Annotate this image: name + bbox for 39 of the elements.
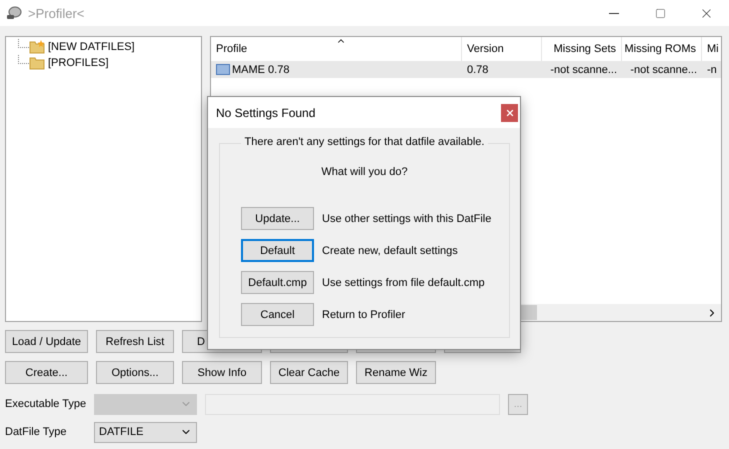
option-button[interactable]: Cancel [241, 303, 314, 326]
table-cell-text: -not scanne... [629, 64, 698, 76]
maximize-icon [654, 8, 666, 18]
option-button[interactable]: Default.cmp [241, 271, 314, 294]
field-label: DatFile Type [5, 426, 68, 438]
window-title: >Profiler< [28, 6, 86, 20]
table-cell-text: -n [706, 64, 718, 76]
option-button[interactable]: Update... [241, 207, 314, 230]
close-button[interactable] [501, 104, 518, 122]
toolbar-button[interactable]: Create... [5, 361, 88, 384]
option-description: Create new, default settings [322, 244, 458, 256]
datfile-type-dropdown[interactable]: DATFILE [94, 422, 197, 442]
toolbar-button[interactable]: Show Info [182, 361, 262, 384]
message-text: There aren't any settings for that datfile available. [240, 136, 488, 148]
question-text: What will you do? [321, 166, 408, 178]
folder-star-icon [29, 39, 45, 55]
toolbar-button[interactable]: Load / Update [5, 330, 88, 353]
grid-icon [216, 64, 230, 75]
table-cell: MAME 0.78 [211, 64, 462, 76]
option-description: Use settings from file default.cmp [322, 276, 485, 288]
toolbar-button[interactable]: Refresh List [96, 330, 174, 353]
toolbar-button[interactable]: Options... [96, 361, 174, 384]
option-description: Return to Profiler [322, 308, 406, 320]
dialog-title: No Settings Found [216, 106, 316, 120]
table-cell-text: -not scanne... [549, 64, 618, 76]
toolbar-button[interactable]: Rename Wiz [356, 361, 436, 384]
minimize-icon [609, 12, 619, 14]
option-button[interactable]: Default [241, 239, 314, 262]
tree-item[interactable]: [PROFILES] [48, 57, 109, 69]
folder-icon [29, 55, 45, 71]
app-icon [6, 6, 22, 20]
list-row[interactable]: MAME 0.78 0.78 -not scanne... -not scanne... -n [211, 61, 721, 78]
dropdown-value: DATFILE [99, 426, 144, 438]
table-cell-text: 0.78 [466, 64, 490, 76]
tree-item[interactable]: [NEW DATFILES] [48, 41, 135, 53]
toolbar-button[interactable]: Clear Cache [270, 361, 348, 384]
field-label: Executable Type [5, 398, 86, 410]
option-description: Use other settings with this DatFile [322, 212, 492, 224]
close-icon [504, 108, 514, 118]
